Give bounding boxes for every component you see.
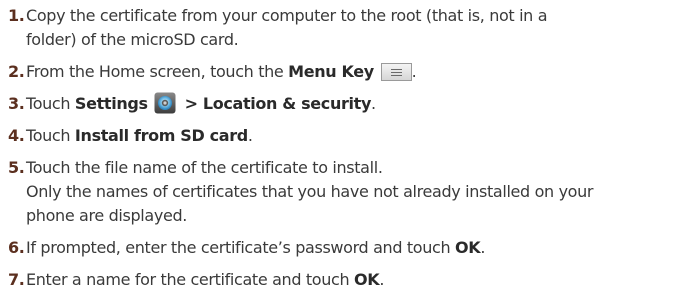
step-2: 2. From the Home screen, touch the Menu …	[8, 60, 676, 84]
instruction-list: 1. Copy the certificate from your comput…	[8, 4, 676, 300]
step-number: 7.	[8, 270, 25, 289]
step-number: 1.	[8, 6, 25, 25]
step-number: 5.	[8, 158, 25, 177]
step-bold-term: OK	[354, 270, 380, 289]
step-text: If prompted, enter the certificate’s pas…	[26, 238, 456, 257]
step-bold-term: OK	[455, 238, 481, 257]
step-number: 4.	[8, 126, 25, 145]
step-3: 3. Touch Settings > Location & security.	[8, 92, 676, 116]
step-number: 3.	[8, 94, 25, 113]
step-punctuation: .	[480, 238, 486, 257]
step-5: 5. Touch the file name of the certificat…	[8, 156, 676, 228]
step-4: 4. Touch Install from SD card.	[8, 124, 676, 148]
step-text: Enter a name for the certificate and tou…	[26, 270, 354, 289]
step-punctuation: .	[379, 270, 385, 289]
step-7: 7. Enter a name for the certificate and …	[8, 268, 676, 292]
step-text: Touch	[26, 94, 75, 113]
step-text-line: Touch the file name of the certificate t…	[26, 158, 383, 177]
settings-gear-icon	[154, 92, 176, 114]
step-bold-term: Menu Key	[288, 62, 374, 81]
menu-key-icon	[380, 63, 412, 81]
step-text: From the Home screen, touch the	[26, 62, 289, 81]
step-bold-term: Settings	[74, 94, 148, 113]
step-bold-path: > Location & security	[179, 94, 372, 113]
step-text-line: Copy the certificate from your computer …	[26, 6, 548, 25]
step-text-line: folder) of the microSD card.	[26, 30, 239, 49]
step-punctuation: .	[371, 94, 376, 113]
step-number: 2.	[8, 62, 25, 81]
step-text-line: Only the names of certificates that you …	[26, 182, 594, 201]
step-number: 6.	[8, 238, 25, 257]
step-1: 1. Copy the certificate from your comput…	[8, 4, 676, 52]
step-bold-term: Install from SD card	[74, 126, 248, 145]
step-text-line: phone are displayed.	[26, 206, 188, 225]
step-6: 6. If prompted, enter the certificate’s …	[8, 236, 676, 260]
step-text: Touch	[26, 126, 75, 145]
step-punctuation: .	[411, 62, 417, 81]
step-punctuation: .	[247, 126, 253, 145]
